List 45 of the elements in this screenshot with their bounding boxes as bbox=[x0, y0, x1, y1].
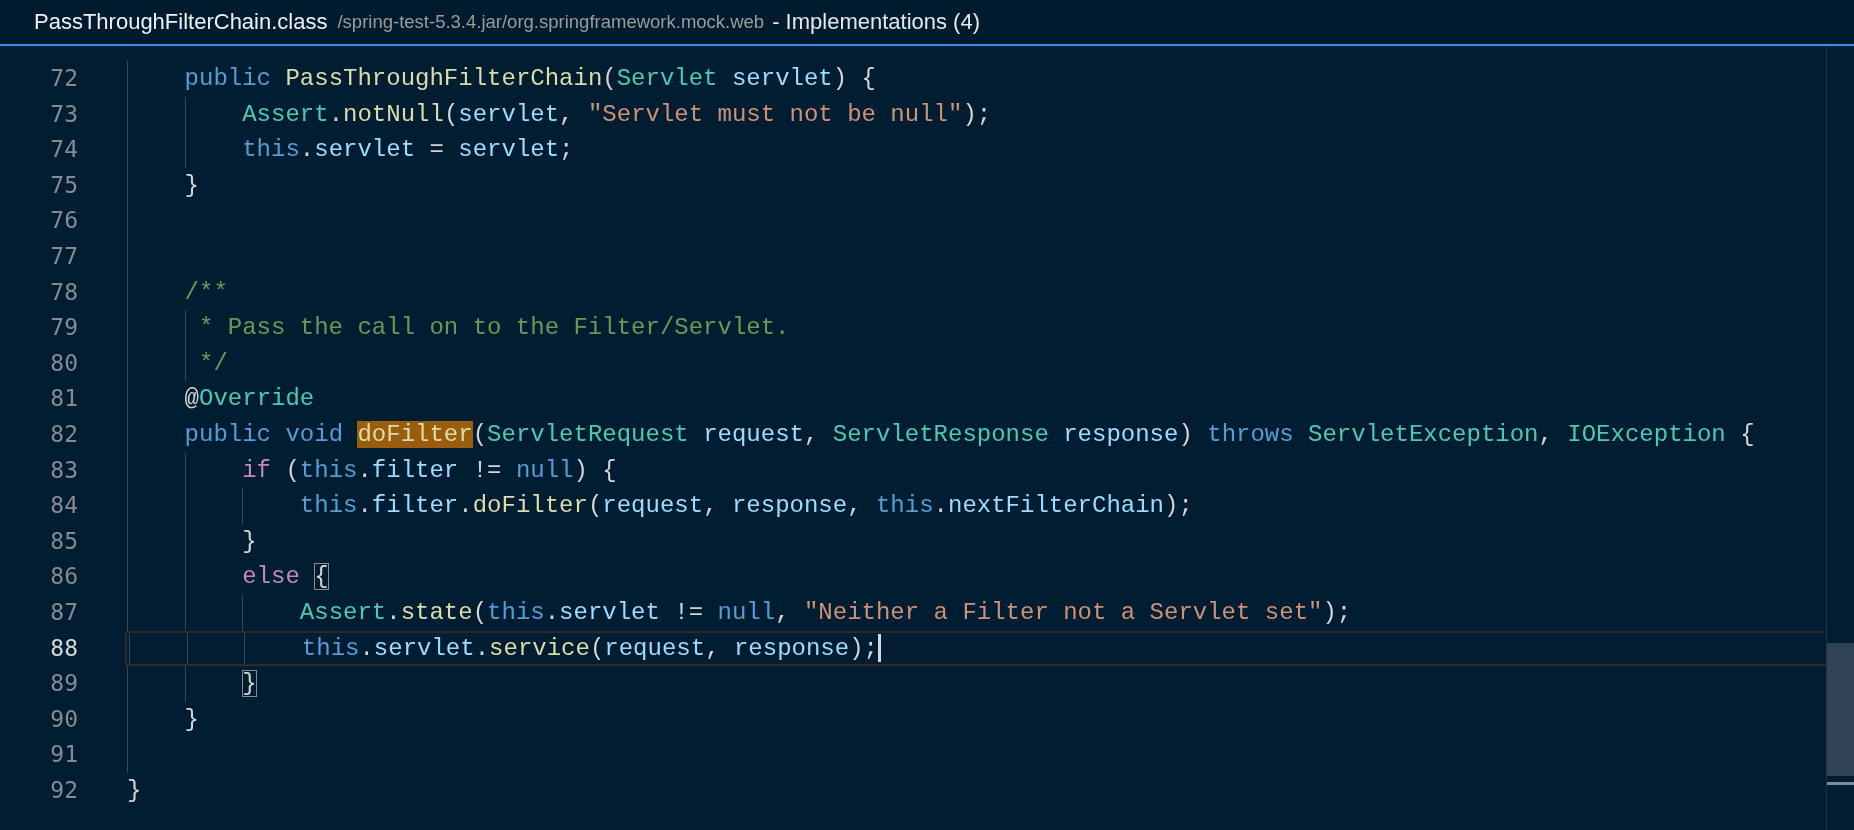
line-number: 76 bbox=[49, 206, 78, 236]
file-name: PassThroughFilterChain.class bbox=[34, 9, 328, 35]
code-line: Assert.state(this.servlet != null, "Neither a Filter not a Servlet set"); bbox=[299, 598, 1352, 626]
code-line: if (this.filter != null) { bbox=[242, 456, 617, 484]
code-line: public void doFilter(ServletRequest request, ServletResponse response) throws ServletException, IOException { bbox=[184, 420, 1755, 448]
code-line: this.filter.doFilter(request, response, this.nextFilterChain); bbox=[299, 492, 1193, 520]
line-number: 89 bbox=[49, 669, 78, 699]
line-number: 82 bbox=[49, 419, 78, 449]
line-number: 78 bbox=[49, 277, 78, 307]
line-number: 86 bbox=[49, 562, 78, 592]
code-line: this.servlet = servlet; bbox=[242, 136, 574, 164]
line-number: 75 bbox=[49, 170, 78, 200]
line-number: 90 bbox=[49, 704, 78, 734]
line-number: 73 bbox=[49, 99, 78, 129]
code-line: } bbox=[127, 776, 142, 804]
line-number: 80 bbox=[49, 348, 78, 378]
line-number: 84 bbox=[49, 491, 78, 521]
file-path: /spring-test-5.3.4.jar/org.springframework.mock.web bbox=[337, 11, 765, 33]
line-number: 77 bbox=[49, 241, 78, 271]
code-line: */ bbox=[199, 349, 228, 377]
line-number: 72 bbox=[49, 64, 78, 93]
code-line: } bbox=[184, 171, 199, 199]
code-line: @Override bbox=[184, 385, 315, 413]
code-line: Assert.notNull(servlet, "Servlet must not be null"); bbox=[242, 100, 992, 128]
code-line: } bbox=[242, 527, 257, 555]
code-line: else { bbox=[242, 563, 329, 591]
code-line: } bbox=[184, 705, 199, 733]
code-line: public PassThroughFilterChain(Servlet servlet) { bbox=[184, 65, 876, 92]
line-number: 87 bbox=[49, 597, 78, 627]
scrollbar-track[interactable] bbox=[1826, 46, 1854, 830]
code-line: } bbox=[242, 670, 257, 698]
line-number: 92 bbox=[49, 775, 78, 805]
line-number: 91 bbox=[49, 740, 78, 770]
line-number: 74 bbox=[49, 135, 78, 165]
code-line: this.servlet.service(request, response); bbox=[301, 634, 878, 662]
line-number: 79 bbox=[49, 313, 78, 343]
peek-title: - Implementations (4) bbox=[772, 9, 980, 35]
line-number: 85 bbox=[49, 526, 78, 556]
line-number: 88 bbox=[49, 633, 78, 663]
line-number: 81 bbox=[49, 384, 78, 414]
code-line: /** bbox=[184, 278, 228, 306]
text-cursor bbox=[878, 634, 881, 663]
line-number: 83 bbox=[49, 455, 78, 485]
code-line: * Pass the call on to the Filter/Servlet. bbox=[199, 314, 790, 342]
scrollbar-thumb[interactable] bbox=[1827, 643, 1854, 776]
